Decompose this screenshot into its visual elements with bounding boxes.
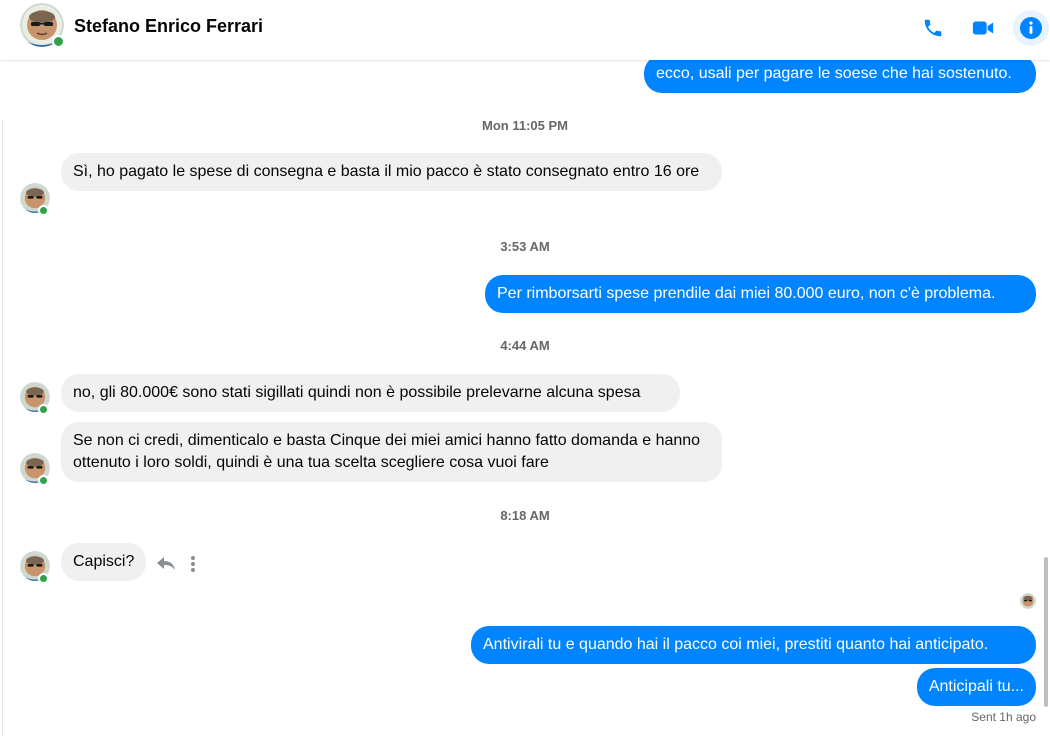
online-status-indicator: [38, 573, 49, 584]
online-status-indicator: [38, 205, 49, 216]
outgoing-message[interactable]: Per rimborsarti spese prendile dai miei …: [485, 275, 1036, 313]
reply-icon: [157, 557, 175, 570]
incoming-message[interactable]: Capisci?: [61, 543, 147, 581]
online-status-indicator: [38, 475, 49, 486]
incoming-message[interactable]: no, gli 80.000€ sono stati sigillati qui…: [61, 374, 680, 412]
timestamp: 4:44 AM: [500, 338, 550, 353]
call-button[interactable]: [915, 10, 951, 46]
reply-button[interactable]: [154, 552, 178, 576]
more-vertical-icon: [191, 556, 195, 572]
outgoing-message[interactable]: Anticipali tu...: [916, 668, 1036, 706]
online-status-indicator: [52, 35, 65, 48]
phone-icon: [924, 19, 942, 37]
chat-header: Stefano Enrico Ferrari: [0, 0, 1050, 60]
incoming-message[interactable]: Sì, ho pagato le spese di consegna e bas…: [61, 153, 722, 191]
incoming-message[interactable]: Se non ci credi, dimenticalo e basta Cin…: [61, 422, 722, 482]
conversation-info-button[interactable]: [1013, 10, 1049, 46]
timestamp: 8:18 AM: [500, 508, 550, 523]
contact-name[interactable]: Stefano Enrico Ferrari: [74, 14, 263, 38]
info-icon: [1020, 17, 1042, 39]
outgoing-message[interactable]: Antivirali tu e quando hai il pacco coi …: [471, 626, 1036, 664]
timestamp: 3:53 AM: [500, 239, 550, 254]
avatar-image: [1020, 593, 1036, 609]
video-call-button[interactable]: [965, 10, 1001, 46]
seen-by-avatar: [1020, 593, 1036, 609]
online-status-indicator: [38, 404, 49, 415]
video-camera-icon: [972, 21, 994, 35]
scrollbar[interactable]: [1044, 557, 1048, 707]
delivery-status: Sent 1h ago: [971, 710, 1036, 724]
panel-divider: [2, 120, 3, 736]
timestamp: Mon 11:05 PM: [482, 118, 568, 133]
more-options-button[interactable]: [181, 552, 205, 576]
outgoing-message[interactable]: ecco, usali per pagare le soese che hai …: [644, 55, 1036, 93]
